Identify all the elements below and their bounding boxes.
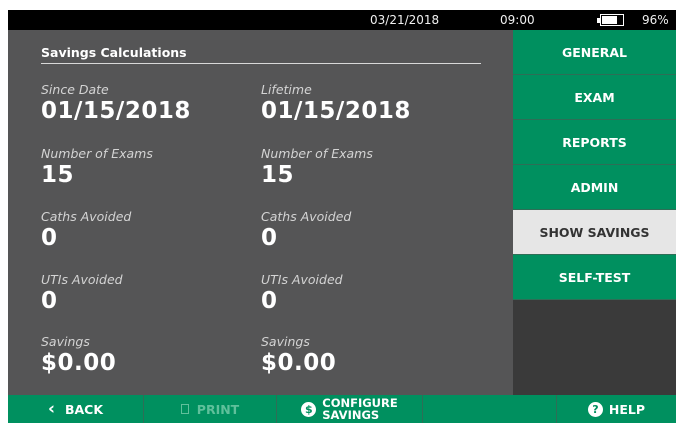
status-time: 09:00 bbox=[500, 13, 535, 27]
dollar-icon: $ bbox=[301, 401, 317, 417]
since-caths-value: 0 bbox=[41, 225, 58, 251]
battery-icon bbox=[597, 14, 624, 26]
status-date: 03/21/2018 bbox=[370, 13, 440, 27]
side-menu: GENERAL EXAM REPORTS ADMIN SHOW SAVINGS … bbox=[513, 30, 676, 395]
menu-general-button[interactable]: GENERAL bbox=[513, 30, 676, 75]
menu-reports-label: REPORTS bbox=[562, 134, 627, 150]
menu-show-savings-label: SHOW SAVINGS bbox=[539, 224, 650, 240]
help-label: HELP bbox=[608, 401, 646, 417]
back-label: BACK bbox=[64, 401, 104, 417]
bottom-toolbar: ‹ BACK PRINT $ CONFIGURE SAVINGS ? HELP bbox=[8, 395, 676, 423]
lifetime-caths-value: 0 bbox=[261, 225, 278, 251]
menu-admin-button[interactable]: ADMIN bbox=[513, 165, 676, 210]
since-date-label: Since Date bbox=[41, 82, 109, 97]
lifetime-caths-label: Caths Avoided bbox=[261, 209, 352, 224]
device-screen: 03/21/2018 09:00 96% Savings Calculation… bbox=[8, 10, 676, 423]
menu-reports-button[interactable]: REPORTS bbox=[513, 120, 676, 165]
menu-general-label: GENERAL bbox=[561, 44, 628, 60]
lifetime-date-label: Lifetime bbox=[261, 82, 312, 97]
title-divider bbox=[41, 63, 481, 64]
menu-self-test-button[interactable]: SELF-TEST bbox=[513, 255, 676, 300]
printer-icon bbox=[180, 404, 189, 414]
page-title: Savings Calculations bbox=[41, 45, 187, 60]
help-icon: ? bbox=[587, 401, 603, 417]
savings-panel: Savings Calculations Since Date 01/15/20… bbox=[8, 30, 513, 395]
since-savings-label: Savings bbox=[41, 334, 90, 349]
menu-admin-label: ADMIN bbox=[570, 179, 619, 195]
since-exams-value: 15 bbox=[41, 162, 75, 188]
since-date-value: 01/15/2018 bbox=[41, 98, 191, 124]
back-button[interactable]: ‹ BACK bbox=[8, 395, 143, 423]
menu-exam-button[interactable]: EXAM bbox=[513, 75, 676, 120]
status-bar: 03/21/2018 09:00 96% bbox=[8, 10, 676, 30]
chevron-left-icon: ‹ bbox=[47, 398, 55, 419]
lifetime-savings-label: Savings bbox=[261, 334, 310, 349]
menu-show-savings-button[interactable]: SHOW SAVINGS bbox=[513, 210, 676, 255]
since-utis-label: UTIs Avoided bbox=[41, 272, 123, 287]
since-utis-value: 0 bbox=[41, 288, 58, 314]
help-button[interactable]: ? HELP bbox=[557, 395, 676, 423]
lifetime-utis-value: 0 bbox=[261, 288, 278, 314]
configure-label-line2: SAVINGS bbox=[322, 408, 380, 422]
lifetime-date-value: 01/15/2018 bbox=[261, 98, 411, 124]
lifetime-exams-label: Number of Exams bbox=[261, 146, 373, 161]
lifetime-utis-label: UTIs Avoided bbox=[261, 272, 343, 287]
since-caths-label: Caths Avoided bbox=[41, 209, 132, 224]
battery-percent: 96% bbox=[642, 13, 669, 27]
print-button[interactable]: PRINT bbox=[144, 395, 276, 423]
lifetime-savings-value: $0.00 bbox=[261, 350, 337, 376]
menu-exam-label: EXAM bbox=[574, 89, 615, 105]
menu-self-test-label: SELF-TEST bbox=[558, 269, 631, 285]
lifetime-exams-value: 15 bbox=[261, 162, 295, 188]
since-exams-label: Number of Exams bbox=[41, 146, 153, 161]
configure-savings-button[interactable]: $ CONFIGURE SAVINGS bbox=[277, 395, 422, 423]
print-label: PRINT bbox=[196, 401, 240, 417]
since-savings-value: $0.00 bbox=[41, 350, 117, 376]
